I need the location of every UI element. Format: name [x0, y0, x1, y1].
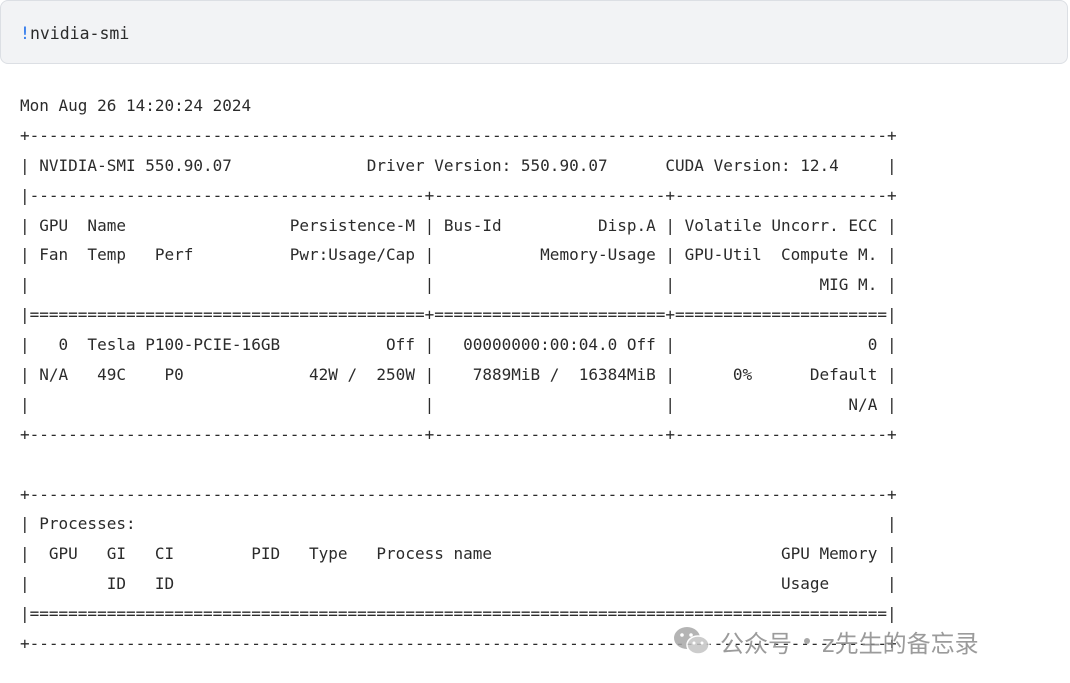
output-line: | Fan Temp Perf Pwr:Usage/Cap | Memory-U… [20, 245, 897, 265]
output-line: |=======================================… [20, 604, 897, 624]
output-line: | Processes: | [20, 514, 897, 534]
output-line: | 0 Tesla P100-PCIE-16GB Off | 00000000:… [20, 335, 897, 355]
output-line: Mon Aug 26 14:20:24 2024 [20, 96, 252, 115]
output-line: | NVIDIA-SMI 550.90.07 Driver Version: 5… [20, 155, 897, 175]
output-line: |---------------------------------------… [20, 185, 897, 205]
cell-output: Mon Aug 26 14:20:24 2024 +---------------… [20, 91, 980, 659]
code-input[interactable]: !nvidia-smi [20, 23, 129, 45]
output-line: +---------------------------------------… [20, 484, 897, 504]
output-line: +---------------------------------------… [20, 125, 897, 145]
output-line: | | | MIG M. | [20, 275, 897, 295]
output-line: | GPU Name Persistence-M | Bus-Id Disp.A… [20, 215, 897, 235]
code-cell[interactable]: !nvidia-smi [0, 0, 1068, 64]
command-text: nvidia-smi [29, 24, 130, 43]
output-line: | N/A 49C P0 42W / 250W | 7889MiB / 1638… [20, 365, 897, 385]
output-line: | GPU GI CI PID Type Process name GPU Me… [20, 544, 897, 564]
shell-bang: ! [20, 24, 30, 43]
output-line: +---------------------------------------… [20, 424, 897, 444]
output-line: | | | N/A | [20, 394, 897, 414]
output-line: |=======================================… [20, 305, 897, 325]
output-line: +---------------------------------------… [20, 634, 897, 654]
output-line: | ID ID Usage | [20, 574, 897, 594]
